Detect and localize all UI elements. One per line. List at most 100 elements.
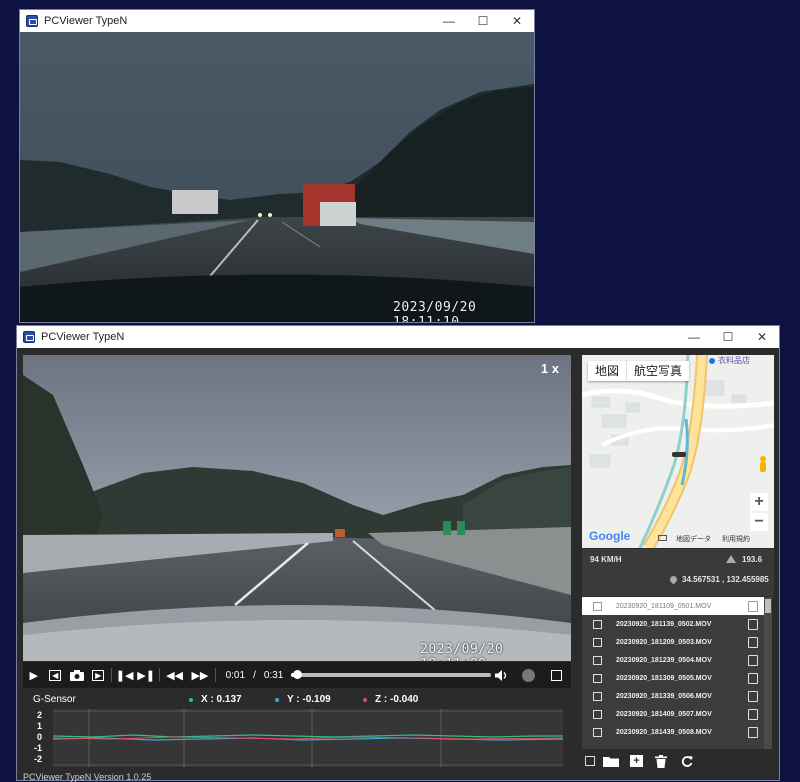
playback-controls: ▶ ◀ ▶ ❚◀ ▶❚ ◀◀ ▶▶ 0:01 / 0:31 <box>23 662 571 688</box>
file-lock-icon[interactable] <box>748 726 758 738</box>
maximize-button[interactable]: ☐ <box>711 326 745 348</box>
file-row[interactable]: 20230920_181239_0504.MOV <box>582 651 772 669</box>
frame-forward-icon[interactable]: ▶ <box>87 664 108 686</box>
divider <box>110 668 112 682</box>
app-icon <box>23 331 35 343</box>
file-lock-icon[interactable] <box>748 690 758 702</box>
file-lock-icon[interactable] <box>748 636 758 648</box>
tab-aerial[interactable]: 航空写真 <box>626 361 689 381</box>
g-sensor-plot <box>52 709 564 767</box>
file-name: 20230920_181239_0504.MOV <box>616 656 712 664</box>
file-checkbox[interactable] <box>593 601 602 611</box>
z-axis-legend: Z : -0.040 <box>363 694 418 705</box>
file-lock-icon[interactable] <box>748 672 758 684</box>
record-icon[interactable] <box>518 664 539 686</box>
file-checkbox[interactable] <box>593 637 602 647</box>
playback-speed: 1 x <box>540 361 559 376</box>
fullscreen-icon[interactable] <box>546 664 567 686</box>
file-checkbox[interactable] <box>593 673 602 683</box>
y-value: Y : -0.109 <box>287 694 331 705</box>
file-row[interactable]: 20230920_181339_0506.MOV <box>582 687 772 705</box>
titlebar: PCViewer TypeN — ☐ ✕ <box>17 326 779 348</box>
mountain-highway-scene <box>23 355 571 661</box>
file-list[interactable]: 20230920_181109_0501.MOV 20230920_181139_… <box>582 597 772 749</box>
google-logo: Google <box>589 529 631 543</box>
location-pin-icon <box>668 574 679 585</box>
tick-label: -1 <box>34 743 43 753</box>
map-panel[interactable]: 地図 航空写真 衣料品店 + − Google 地図データ 利用規約 <box>582 355 774 548</box>
file-row[interactable]: 20230920_181139_0502.MOV <box>582 615 772 633</box>
list-scrollbar[interactable] <box>764 597 772 749</box>
status-bar: PCViewer TypeN Version 1.0.25 <box>23 772 152 782</box>
list-toolbar: + <box>582 751 774 771</box>
viewer-window-1: PCViewer TypeN — ☐ ✕ 2023/09/20 <box>20 10 534 322</box>
file-name: 20230920_181109_0501.MOV <box>616 602 712 610</box>
skip-previous-icon[interactable]: ❚◀ <box>114 664 135 686</box>
file-row[interactable]: 20230920_181109_0501.MOV <box>582 597 772 615</box>
video-timestamp: 2023/09/20 18:11:09 <box>420 642 504 661</box>
x-axis-legend: X : 0.137 <box>189 694 242 705</box>
video-timestamp: 2023/09/20 18:11:10 <box>393 300 477 322</box>
select-all-checkbox-icon[interactable] <box>585 756 595 766</box>
seek-bar[interactable] <box>291 670 491 679</box>
tick-label: 2 <box>37 710 43 720</box>
time-separator: / <box>253 669 256 681</box>
maximize-button[interactable]: ☐ <box>466 10 500 32</box>
video-frame-dusk[interactable]: 2023/09/20 18:11:10 <box>20 32 534 322</box>
fast-forward-icon[interactable]: ▶▶ <box>187 664 212 686</box>
file-checkbox[interactable] <box>593 727 602 737</box>
file-row[interactable]: 20230920_181439_0508.MOV <box>582 723 772 741</box>
play-icon[interactable]: ▶ <box>23 664 44 686</box>
zoom-out-button[interactable]: − <box>750 513 768 531</box>
g-sensor-panel: G-Sensor X : 0.137 Y : -0.109 Z : -0.040… <box>23 691 571 771</box>
current-time: 0:01 <box>225 669 246 681</box>
divider <box>214 668 216 682</box>
map-view <box>582 355 774 548</box>
file-lock-icon[interactable] <box>748 654 758 666</box>
file-lock-icon[interactable] <box>748 708 758 720</box>
app-icon <box>26 15 38 27</box>
file-name: 20230920_181309_0505.MOV <box>616 674 712 682</box>
minimize-button[interactable]: — <box>677 326 711 348</box>
file-lock-icon[interactable] <box>748 600 758 612</box>
g-sensor-label: G-Sensor <box>33 694 76 705</box>
map-place-label: 衣料品店 <box>718 356 750 365</box>
tick-label: -2 <box>34 754 43 764</box>
seek-handle[interactable] <box>293 670 303 679</box>
video-frame[interactable]: 1 x 2023/09/20 18:11:09 <box>23 355 571 661</box>
file-row[interactable]: 20230920_181209_0503.MOV <box>582 633 772 651</box>
volume-icon[interactable] <box>491 664 512 686</box>
mountain-icon <box>726 555 736 563</box>
close-button[interactable]: ✕ <box>500 10 534 32</box>
gps-info-panel: 94 KM/H 193.6 34.567531 , 132.455985 <box>582 549 774 596</box>
minimize-button[interactable]: — <box>432 10 466 32</box>
folder-icon[interactable] <box>603 755 619 767</box>
add-icon[interactable]: + <box>630 755 643 767</box>
file-checkbox[interactable] <box>593 655 602 665</box>
zoom-in-button[interactable]: + <box>750 493 768 511</box>
tab-map[interactable]: 地図 <box>588 361 626 381</box>
file-row[interactable]: 20230920_181309_0505.MOV <box>582 669 772 687</box>
frame-back-icon[interactable]: ◀ <box>44 664 65 686</box>
keyboard-icon[interactable] <box>658 535 667 541</box>
refresh-icon[interactable] <box>681 755 693 767</box>
rewind-icon[interactable]: ◀◀ <box>162 664 187 686</box>
terms-link[interactable]: 利用規約 <box>722 534 750 544</box>
map-data-link[interactable]: 地図データ <box>676 534 711 544</box>
skip-next-icon[interactable]: ▶❚ <box>135 664 156 686</box>
pegman-icon <box>760 456 766 472</box>
file-rows: 20230920_181109_0501.MOV 20230920_181139_… <box>582 597 772 741</box>
file-checkbox[interactable] <box>593 709 602 719</box>
file-checkbox[interactable] <box>593 691 602 701</box>
tick-label: 1 <box>37 721 43 731</box>
divider <box>158 668 160 682</box>
file-lock-icon[interactable] <box>748 618 758 630</box>
x-dot <box>189 697 193 702</box>
camera-icon[interactable] <box>66 664 87 686</box>
file-row[interactable]: 20230920_181409_0507.MOV <box>582 705 772 723</box>
viewer-window-2: PCViewer TypeN — ☐ ✕ 1 x 2023/09/20 ▶ ◀ … <box>17 326 779 782</box>
close-button[interactable]: ✕ <box>745 326 779 348</box>
file-checkbox[interactable] <box>593 619 602 629</box>
scroll-thumb[interactable] <box>765 599 771 613</box>
trash-icon[interactable] <box>655 754 667 768</box>
